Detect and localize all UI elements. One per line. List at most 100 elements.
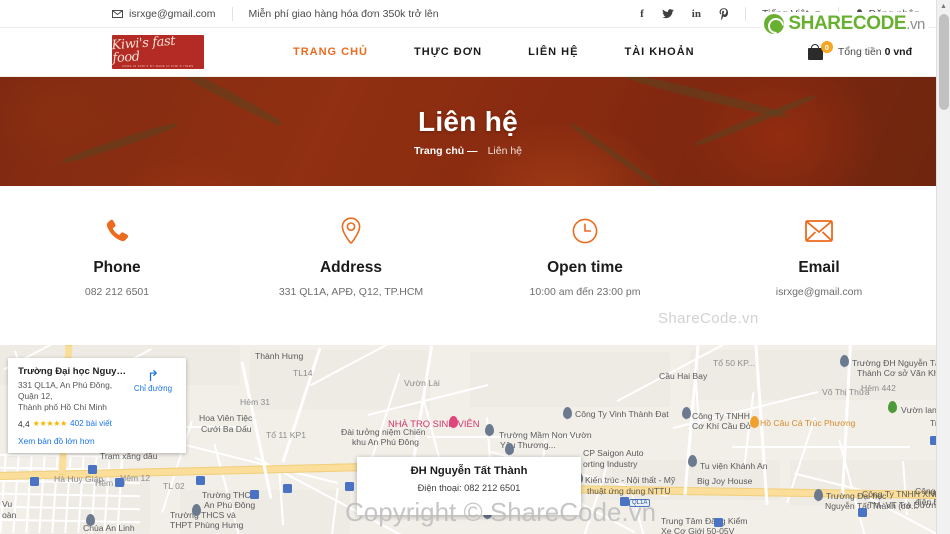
map-place-pin[interactable] xyxy=(750,416,759,429)
map-directions-label: Chỉ đường xyxy=(133,384,173,393)
map-label[interactable]: Vườn lan Ph... xyxy=(901,405,936,415)
map-label[interactable]: Thành Hưng xyxy=(255,351,303,361)
map-label[interactable]: Nguyễn Tất Thành (cơ... xyxy=(825,501,918,511)
map-transit-icon[interactable] xyxy=(714,518,723,527)
linkedin-icon[interactable]: in xyxy=(692,8,701,20)
map-transit-icon[interactable] xyxy=(858,508,867,517)
map-place-card[interactable]: Trường Đại học Nguyễn Tất T... 331 QL1A,… xyxy=(8,358,186,453)
map-transit-icon[interactable] xyxy=(250,490,259,499)
map-card-review-count[interactable]: 402 bài viết xyxy=(70,419,112,428)
cart-total-label: Tổng tiền xyxy=(837,46,882,58)
map-label[interactable]: CP Saigon Auto xyxy=(583,448,644,458)
map-label[interactable]: oàn xyxy=(2,510,16,520)
page-scrollbar[interactable]: ▲ xyxy=(936,0,950,534)
map-place-pin[interactable] xyxy=(814,489,823,502)
site-logo[interactable]: Kiwi's fast food MADE IN KIWI'S BY MADE … xyxy=(111,34,204,69)
map-transit-icon[interactable] xyxy=(30,477,39,486)
nav-item-tai-khoan[interactable]: TÀI KHOẢN xyxy=(624,46,694,58)
cart-total-value: 0 vnđ xyxy=(884,46,912,58)
scrollbar-thumb[interactable] xyxy=(939,14,949,110)
map-label[interactable]: Võ Thị Thừa xyxy=(822,387,869,397)
map-label[interactable]: thuật ứng dụng NTTU xyxy=(587,486,671,496)
map-label[interactable]: Công t xyxy=(915,486,936,496)
page-title: Liên hệ xyxy=(417,106,519,137)
envelope-icon xyxy=(112,9,123,18)
map-label[interactable]: Hồ Câu Cá Trúc Phương xyxy=(760,418,855,428)
map-label[interactable]: NHÀ TRỌ SINH VIÊN xyxy=(388,418,480,429)
map-label[interactable]: Tu viện Khánh An xyxy=(700,461,768,471)
map-place-pin[interactable] xyxy=(86,514,95,527)
map-label[interactable]: Hẻm 31 xyxy=(240,397,270,407)
map-card-address-line2: Thành phố Hồ Chí Minh xyxy=(18,401,107,412)
map-label[interactable]: An Phú Đông xyxy=(204,500,255,510)
map-transit-icon[interactable] xyxy=(88,465,97,474)
map-place-pin[interactable] xyxy=(682,407,691,420)
nav-item-lien-he[interactable]: LIÊN HỆ xyxy=(528,46,578,58)
map-label[interactable]: Xe Cơ Giới 50-05V xyxy=(661,526,734,534)
map-label[interactable]: THPT Phùng Hưng xyxy=(170,520,243,530)
map-label[interactable]: Vu xyxy=(2,499,12,509)
shopping-bag-icon[interactable]: 0 xyxy=(807,41,833,62)
map-label[interactable]: Trường Mầm Non Vườn xyxy=(499,430,592,440)
map-label[interactable]: TL14 xyxy=(293,368,313,378)
map-transit-icon[interactable] xyxy=(196,476,205,485)
map-popup-title: ĐH Nguyễn Tất Thành xyxy=(410,465,528,477)
map-label[interactable]: Cơ Khí Cầu Đỏ xyxy=(692,421,751,431)
map-label[interactable]: Cưới Ba Dấu xyxy=(201,424,252,434)
map-label[interactable]: Trung Tâm Đăng Kiểm xyxy=(661,516,747,526)
contact-title-phone: Phone xyxy=(93,259,141,276)
map-label[interactable]: Trường ĐH Nguyễn Tất xyxy=(852,358,936,368)
map-label[interactable]: Trường THCS xyxy=(202,490,256,500)
bag-handle-shape xyxy=(811,44,820,50)
map-place-pin[interactable] xyxy=(485,424,494,437)
map-label[interactable]: điện Đ xyxy=(915,497,936,507)
view-larger-map-link[interactable]: Xem bản đồ lớn hơn xyxy=(18,436,176,446)
facebook-icon[interactable]: f xyxy=(640,8,644,20)
contact-email-link[interactable]: isrxge@gmail.com xyxy=(112,8,216,20)
map-label[interactable]: Hoa Viên Tiệc xyxy=(199,413,252,423)
breadcrumb-home[interactable]: Trang chủ — xyxy=(414,145,478,157)
map-place-pin[interactable] xyxy=(840,355,849,368)
map-place-pin[interactable] xyxy=(688,455,697,468)
map-place-pin[interactable] xyxy=(563,407,572,420)
twitter-icon[interactable] xyxy=(662,8,674,19)
map-transit-icon[interactable] xyxy=(283,484,292,493)
map-label[interactable]: Công Ty Vinh Thành Đạt xyxy=(575,409,669,419)
map-transit-icon[interactable] xyxy=(115,478,124,487)
map-label[interactable]: TL 02 xyxy=(163,481,185,491)
contact-block-phone: Phone 082 212 6501 xyxy=(0,186,234,346)
map-label[interactable]: Hẻm 12 xyxy=(120,473,150,483)
map-label[interactable]: Tổ 11 KP1 xyxy=(266,430,306,440)
logo-subtitle-text: MADE IN KIWI'S BY MADE IN KIWI'S ITEMS xyxy=(122,65,194,68)
map-label[interactable]: Công Ty TNHH xyxy=(692,411,750,421)
map-label[interactable]: Vườn Lài xyxy=(404,378,440,388)
map-label[interactable]: Tổ 50 KP... xyxy=(713,358,755,368)
map-transit-icon[interactable] xyxy=(345,482,354,491)
nav-item-trang-chu[interactable]: TRANG CHỦ xyxy=(293,46,368,58)
map-label[interactable]: Cầu Hai Bay xyxy=(659,371,707,381)
map-label[interactable]: Kiến trúc - Nội thất - Mỹ xyxy=(585,475,675,485)
map-place-pin[interactable] xyxy=(449,416,458,429)
sharecode-watermark-logo: SHARECODE.vn xyxy=(761,12,928,36)
map-place-pin[interactable] xyxy=(505,443,514,456)
map-card-address-line1: 331 QL1A, An Phú Đông, Quận 12, xyxy=(18,380,113,401)
map-label[interactable]: orting Industry xyxy=(583,459,637,469)
map-label[interactable]: Trường Đại học xyxy=(826,491,886,501)
map-place-pin[interactable] xyxy=(192,504,201,517)
map-place-pin[interactable] xyxy=(888,401,897,414)
contact-value-email: isrxge@gmail.com xyxy=(775,286,863,298)
hero-text-block: Liên hệ Trang chủ — Liên hệ xyxy=(0,77,936,186)
contact-title-address: Address xyxy=(319,259,383,276)
cart-area[interactable]: 0 Tổng tiền 0 vnđ xyxy=(807,41,912,62)
map-label[interactable]: Trường THCS và xyxy=(170,510,236,520)
map-label[interactable]: Big Joy House xyxy=(697,476,752,486)
map-card-address: 331 QL1A, An Phú Đông, Quận 12, Thành ph… xyxy=(18,380,130,413)
scroll-up-arrow-icon[interactable]: ▲ xyxy=(937,0,950,13)
map-label[interactable]: Thành Cơ sở Văn Khá... xyxy=(857,368,936,378)
pinterest-icon[interactable] xyxy=(719,7,729,20)
sharecode-tld-text: .vn xyxy=(906,16,925,33)
contact-value-open-time: 10:00 am đến 23:00 pm xyxy=(529,286,641,298)
nav-item-thuc-don[interactable]: THỰC ĐƠN xyxy=(414,46,482,58)
map-directions-button[interactable]: ↱ Chỉ đường xyxy=(130,366,176,429)
map-label[interactable]: khu An Phú Đông xyxy=(352,437,419,447)
